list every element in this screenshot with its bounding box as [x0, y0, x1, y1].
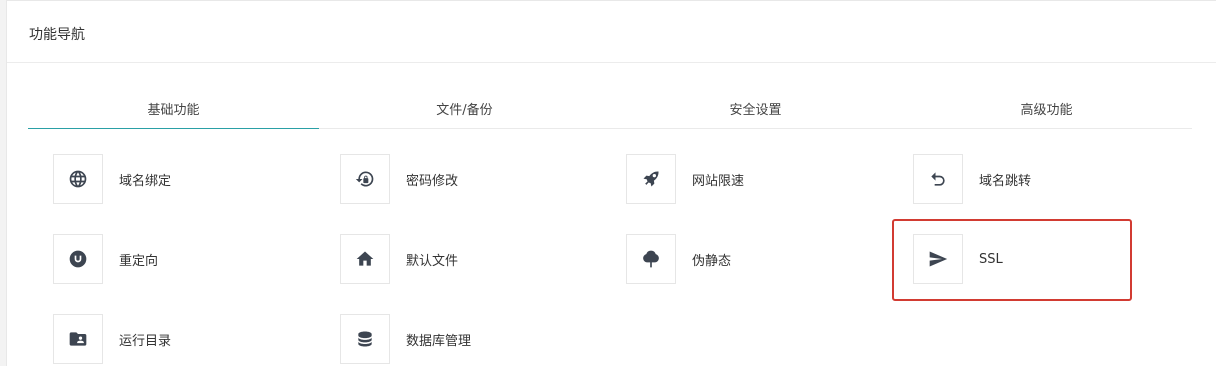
undo-arrow-icon: [913, 154, 963, 204]
item-label: 密码修改: [406, 173, 459, 189]
item-redirect[interactable]: 重定向: [53, 234, 158, 284]
item-label: 伪静态: [692, 253, 732, 269]
item-ssl[interactable]: SSL: [913, 234, 1003, 284]
item-default-file[interactable]: 默认文件: [340, 234, 458, 284]
tab-security-settings[interactable]: 安全设置: [610, 89, 901, 128]
rocket-icon: [626, 154, 676, 204]
send-icon: [913, 234, 963, 284]
panel-header: 功能导航: [7, 1, 1216, 63]
tab-advanced-functions[interactable]: 高级功能: [901, 89, 1192, 128]
item-label: 网站限速: [692, 173, 745, 189]
item-run-directory[interactable]: 运行目录: [53, 314, 171, 364]
item-label: 运行目录: [119, 333, 172, 349]
redirect-u-icon: [53, 234, 103, 284]
globe-icon: [53, 154, 103, 204]
folder-user-icon: [53, 314, 103, 364]
tree-icon: [626, 234, 676, 284]
item-database-management[interactable]: 数据库管理: [340, 314, 471, 364]
item-site-speed-limit[interactable]: 网站限速: [626, 154, 744, 204]
home-icon: [340, 234, 390, 284]
item-pseudo-static[interactable]: 伪静态: [626, 234, 731, 284]
item-label: 域名绑定: [119, 173, 172, 189]
tab-basic-functions[interactable]: 基础功能: [28, 89, 319, 129]
function-nav-panel: 功能导航 基础功能 文件/备份 安全设置 高级功能 域名绑定 密码修改 网站限速…: [6, 0, 1216, 366]
lock-reset-icon: [340, 154, 390, 204]
item-label: 数据库管理: [406, 333, 472, 349]
panel-title: 功能导航: [29, 27, 85, 43]
tab-file-backup[interactable]: 文件/备份: [319, 89, 610, 128]
item-label: 默认文件: [406, 253, 459, 269]
item-domain-binding[interactable]: 域名绑定: [53, 154, 171, 204]
database-icon: [340, 314, 390, 364]
item-password-change[interactable]: 密码修改: [340, 154, 458, 204]
item-label: 重定向: [119, 253, 159, 269]
tab-bar: 基础功能 文件/备份 安全设置 高级功能: [28, 89, 1192, 129]
item-domain-redirect[interactable]: 域名跳转: [913, 154, 1031, 204]
item-label: SSL: [979, 251, 1003, 267]
item-label: 域名跳转: [979, 173, 1032, 189]
